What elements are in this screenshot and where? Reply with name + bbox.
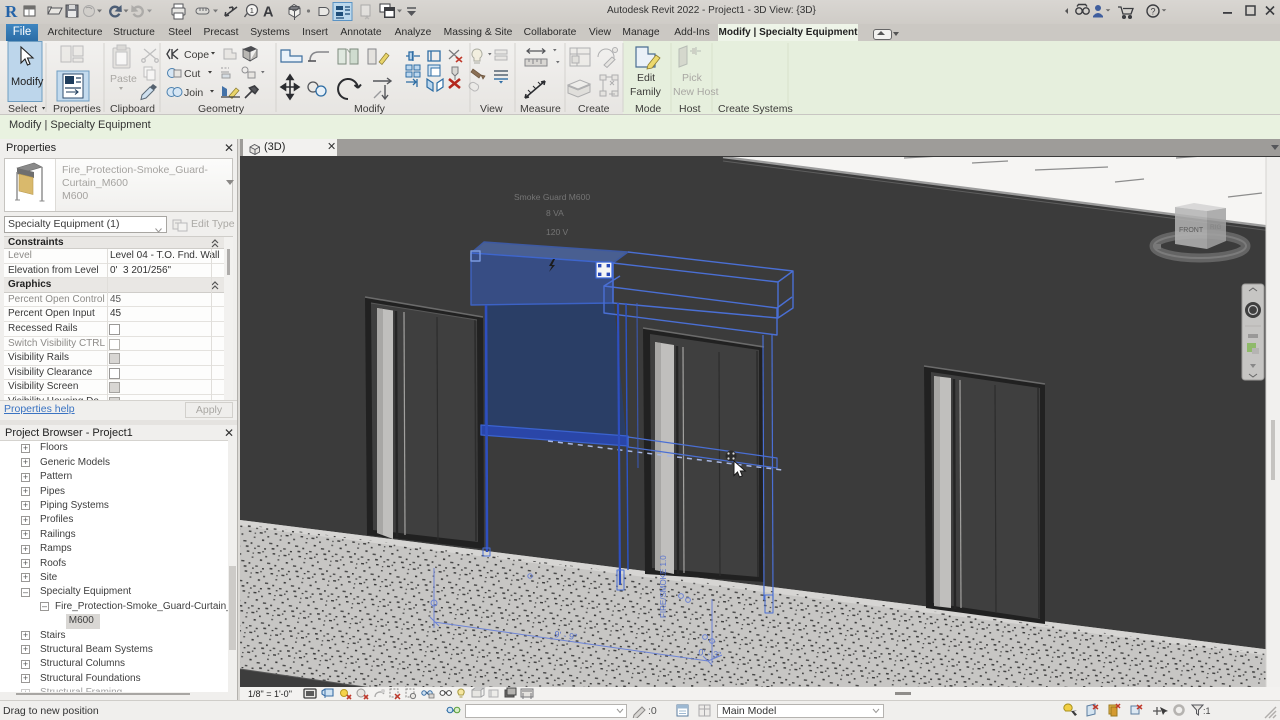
svg-text:Pick: Pick — [682, 72, 703, 84]
svg-text:Join: Join — [184, 87, 203, 99]
svg-text:Cut: Cut — [184, 68, 200, 80]
svg-text:FIRE/SMOKE 1.0: FIRE/SMOKE 1.0 — [659, 555, 668, 618]
svg-text:Modify: Modify — [354, 103, 386, 114]
svg-text:120 V: 120 V — [546, 227, 569, 237]
svg-text:New Host: New Host — [673, 86, 719, 98]
svg-text:A: A — [263, 5, 274, 21]
svg-text:FRONT: FRONT — [1179, 227, 1204, 234]
svg-text:Properties: Properties — [53, 103, 101, 114]
svg-text:R: R — [5, 2, 18, 21]
svg-text:Edit: Edit — [637, 72, 655, 84]
svg-text:Host: Host — [679, 103, 701, 114]
svg-text:8 VA: 8 VA — [546, 208, 564, 218]
svg-text:Geometry: Geometry — [198, 103, 245, 114]
svg-text:?: ? — [1151, 7, 1156, 17]
svg-text:Smoke Guard M600: Smoke Guard M600 — [514, 192, 590, 202]
svg-text:Create: Create — [578, 103, 610, 114]
svg-text:Select: Select — [8, 103, 37, 114]
svg-text:Family: Family — [630, 86, 662, 98]
svg-text:Create Systems: Create Systems — [718, 103, 793, 114]
svg-text:Clipboard: Clipboard — [110, 103, 155, 114]
svg-text:Measure: Measure — [520, 103, 561, 114]
svg-text:1: 1 — [250, 6, 254, 15]
svg-text:Paste: Paste — [110, 73, 137, 85]
svg-text:RIG: RIG — [1210, 224, 1222, 231]
svg-text:Mode: Mode — [635, 103, 661, 114]
svg-text:1/8" = 1'-0": 1/8" = 1'-0" — [248, 689, 292, 699]
svg-text:Cope: Cope — [184, 49, 209, 61]
svg-text::1: :1 — [1203, 706, 1211, 716]
svg-text:Modify: Modify — [11, 76, 44, 88]
svg-text:View: View — [480, 103, 503, 114]
